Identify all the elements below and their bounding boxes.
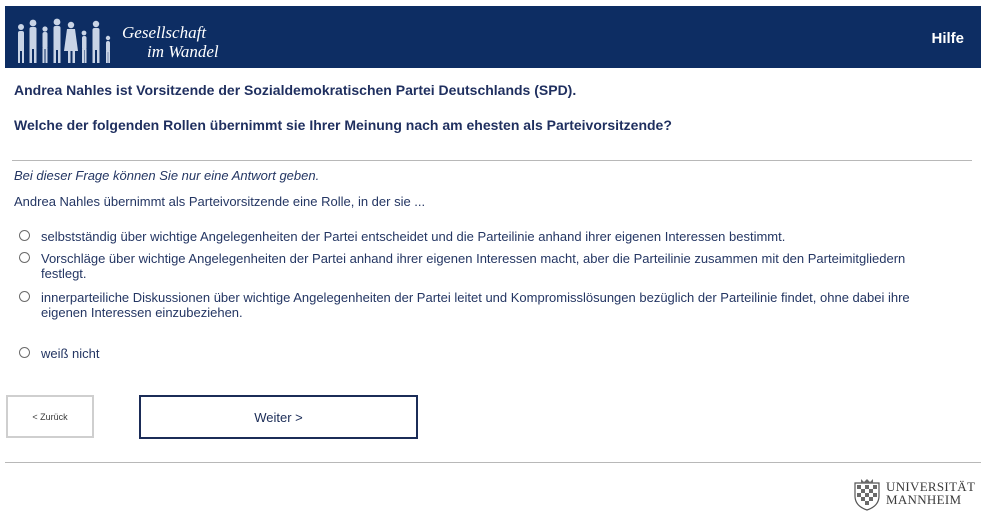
answer-option-1[interactable]: selbstständig über wichtige Angelegenhei…	[19, 229, 946, 244]
answer-option-label[interactable]: innerparteiliche Diskussionen über wicht…	[41, 290, 946, 320]
back-button[interactable]: < Zurück	[6, 395, 94, 438]
answer-option-label[interactable]: selbstständig über wichtige Angelegenhei…	[41, 229, 946, 244]
question-text: Welche der folgenden Rollen übernimmt si…	[14, 117, 672, 133]
answer-instruction: Bei dieser Frage können Sie nur eine Ant…	[14, 168, 320, 183]
people-silhouettes-icon	[18, 18, 111, 63]
question-stem: Andrea Nahles übernimmt als Parteivorsit…	[14, 194, 426, 209]
answer-option-label[interactable]: Vorschläge über wichtige Angelegenheiten…	[41, 251, 946, 281]
university-name-line-2: MANNHEIM	[886, 492, 962, 507]
university-crest-icon	[854, 479, 880, 511]
logo-line-2: im Wandel	[147, 42, 219, 61]
radio-button[interactable]	[19, 291, 30, 302]
logo-line-1: Gesellschaft	[122, 23, 207, 42]
question-intro: Andrea Nahles ist Vorsitzende der Sozial…	[14, 82, 577, 98]
next-button[interactable]: Weiter >	[139, 395, 418, 439]
radio-button[interactable]	[19, 252, 30, 263]
answer-option-label[interactable]: weiß nicht	[41, 346, 946, 361]
gesellschaft-im-wandel-logo: Gesellschaft im Wandel	[13, 11, 253, 65]
answer-option-3[interactable]: innerparteiliche Diskussionen über wicht…	[19, 290, 946, 320]
radio-button[interactable]	[19, 230, 30, 241]
help-link[interactable]: Hilfe	[931, 30, 964, 47]
answer-option-dont-know[interactable]: weiß nicht	[19, 346, 946, 361]
header-bar: Gesellschaft im Wandel Hilfe	[5, 6, 981, 68]
logo-title: Gesellschaft im Wandel	[122, 23, 219, 61]
answer-option-2[interactable]: Vorschläge über wichtige Angelegenheiten…	[19, 251, 946, 281]
universitaet-mannheim-logo: UNIVERSITÄT MANNHEIM	[850, 474, 982, 514]
radio-button[interactable]	[19, 347, 30, 358]
divider	[12, 160, 972, 161]
footer-divider	[5, 462, 981, 463]
university-name: UNIVERSITÄT MANNHEIM	[886, 480, 975, 506]
